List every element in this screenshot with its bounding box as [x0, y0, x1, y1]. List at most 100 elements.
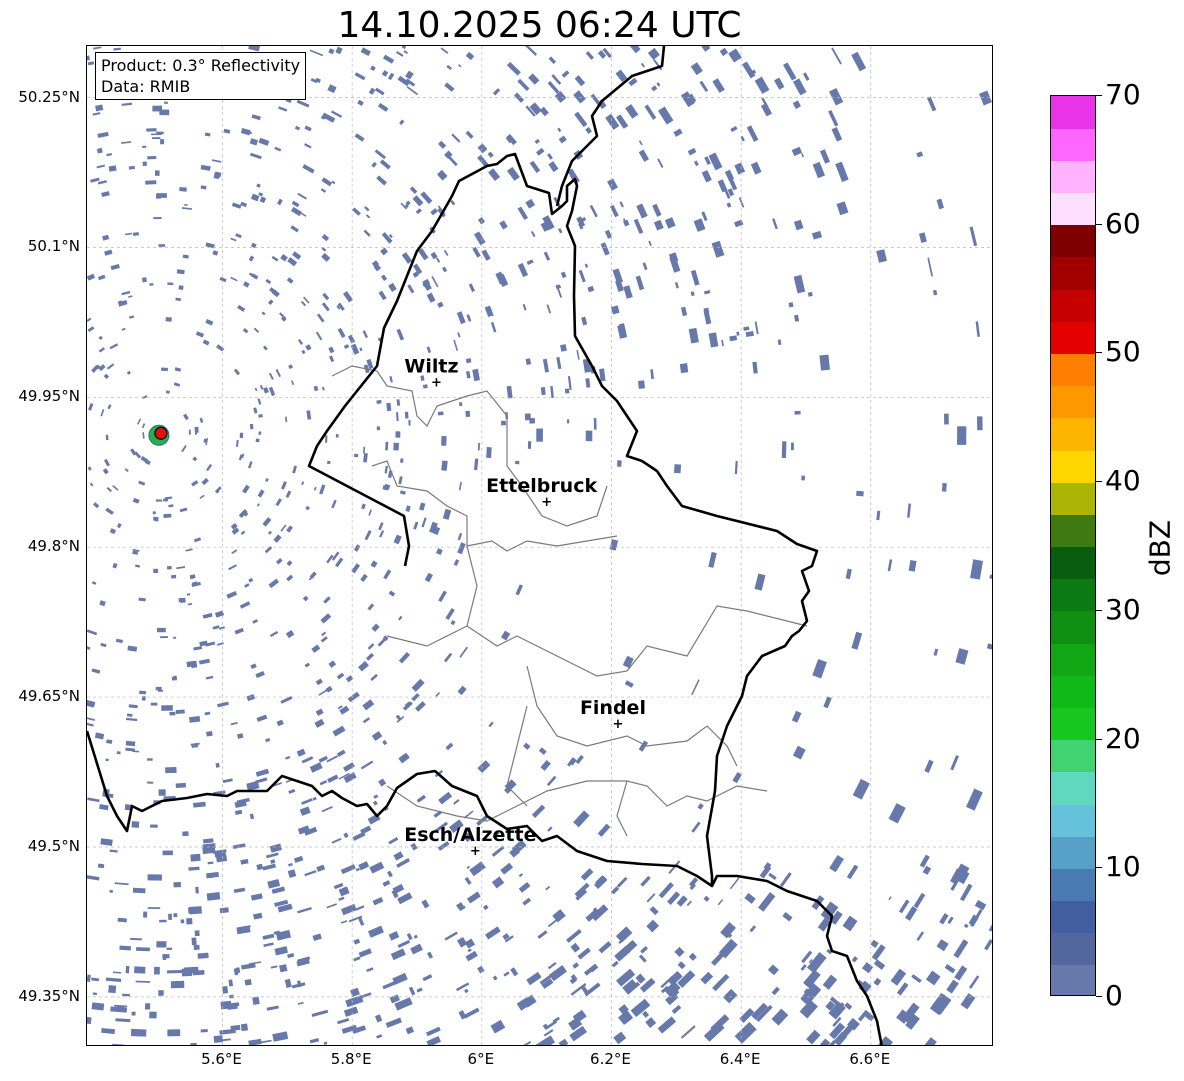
echo-cell	[526, 971, 542, 986]
echo-cell	[176, 269, 185, 275]
echo-cell	[106, 739, 113, 744]
echo-cell	[738, 197, 745, 208]
colorbar-segment	[1051, 514, 1095, 548]
echo-cell	[325, 435, 328, 443]
echo-cell	[175, 709, 185, 715]
product-info-box: Product: 0.3° Reflectivity Data: RMIB	[95, 52, 307, 100]
echo-cell	[160, 636, 169, 639]
echo-cell	[477, 760, 491, 773]
echo-cell	[390, 948, 406, 961]
echo-cell	[124, 468, 129, 473]
echo-cell	[92, 992, 98, 996]
echo-cell	[431, 275, 439, 288]
echo-cell	[350, 987, 360, 997]
echo-cell	[190, 1042, 197, 1045]
echo-cell	[396, 51, 404, 57]
echo-cell	[296, 99, 310, 108]
echo-cell	[222, 778, 233, 783]
echo-cell	[202, 339, 210, 346]
echo-cell	[441, 460, 448, 471]
echo-cell	[321, 302, 330, 312]
echo-cell	[767, 964, 779, 976]
echo-cell	[558, 227, 563, 234]
echo-cell	[90, 177, 100, 183]
echo-cell	[377, 638, 386, 647]
echo-cell	[149, 1011, 157, 1019]
echo-cell	[548, 161, 559, 173]
echo-cell	[465, 358, 472, 364]
echo-cell	[147, 781, 154, 784]
echo-cell	[593, 418, 597, 430]
echo-cell	[248, 1038, 262, 1045]
echo-cell	[492, 975, 498, 981]
echo-cell	[321, 177, 333, 187]
echo-cell	[819, 354, 830, 371]
echo-cell	[321, 806, 333, 813]
echo-cell	[114, 882, 129, 886]
echo-cell	[548, 56, 557, 64]
lon-tick-label: 5.8°E	[330, 1050, 372, 1068]
echo-cell	[396, 858, 410, 868]
echo-cell	[539, 106, 549, 117]
echo-cell	[166, 969, 183, 974]
echo-cell	[91, 668, 101, 674]
echo-cell	[302, 595, 309, 602]
echo-cell	[150, 824, 158, 828]
echo-cell	[109, 849, 118, 853]
city-wiltz: +Wiltz	[404, 355, 458, 390]
echo-cell	[92, 112, 101, 116]
echo-cell	[142, 145, 147, 149]
echo-cell	[416, 794, 426, 803]
echo-cell	[178, 597, 184, 603]
echo-cell	[183, 413, 189, 421]
city-label: Ettelbruck	[486, 475, 597, 497]
echo-cell	[386, 402, 392, 412]
echo-cell	[444, 931, 458, 941]
echo-cell	[193, 646, 203, 651]
echo-cell	[486, 447, 492, 459]
echo-cell	[717, 899, 724, 906]
echo-cell	[240, 1023, 249, 1032]
echo-cell	[443, 249, 449, 257]
colorbar-segment	[1051, 707, 1095, 741]
echo-cell	[286, 574, 294, 582]
echo-cell	[274, 946, 289, 956]
echo-cell	[97, 131, 109, 138]
echo-cell	[677, 970, 696, 988]
echo-cell	[145, 180, 157, 185]
echo-cell	[926, 96, 937, 112]
echo-cell	[378, 522, 384, 531]
echo-cell	[360, 47, 371, 57]
echo-cell	[966, 788, 983, 811]
echo-cell	[204, 711, 211, 716]
radar-map: + Wiltz + Ettelbruck + Findel + Esch/Alzette Pr…	[86, 45, 993, 1046]
echo-cell	[150, 702, 158, 706]
echo-cell	[261, 311, 266, 316]
echo-cell	[898, 899, 910, 914]
echo-cell	[268, 578, 280, 589]
echo-cell	[607, 178, 618, 191]
echo-cell	[105, 434, 109, 441]
echo-cell	[129, 315, 135, 319]
echo-cell	[309, 49, 324, 57]
echo-cell	[369, 861, 385, 874]
lat-tick-label: 49.95°N	[18, 387, 80, 406]
echo-cell	[647, 47, 660, 60]
echo-cell	[393, 534, 402, 545]
colorbar-segment	[1051, 385, 1095, 419]
echo-cell	[256, 183, 261, 188]
echo-cell	[524, 46, 538, 56]
echo-cell	[246, 694, 256, 702]
echo-cell	[790, 442, 794, 451]
echo-cell	[782, 911, 793, 922]
echo-cell	[320, 613, 332, 624]
echo-cell	[361, 503, 366, 510]
echo-cell	[732, 771, 742, 784]
echo-cell	[87, 797, 100, 803]
echo-cell	[624, 680, 634, 688]
echo-cell	[277, 198, 283, 206]
echo-cell	[87, 273, 96, 281]
echo-cell	[989, 574, 992, 580]
echo-cell	[416, 987, 423, 993]
colorbar-segment	[1051, 836, 1095, 869]
